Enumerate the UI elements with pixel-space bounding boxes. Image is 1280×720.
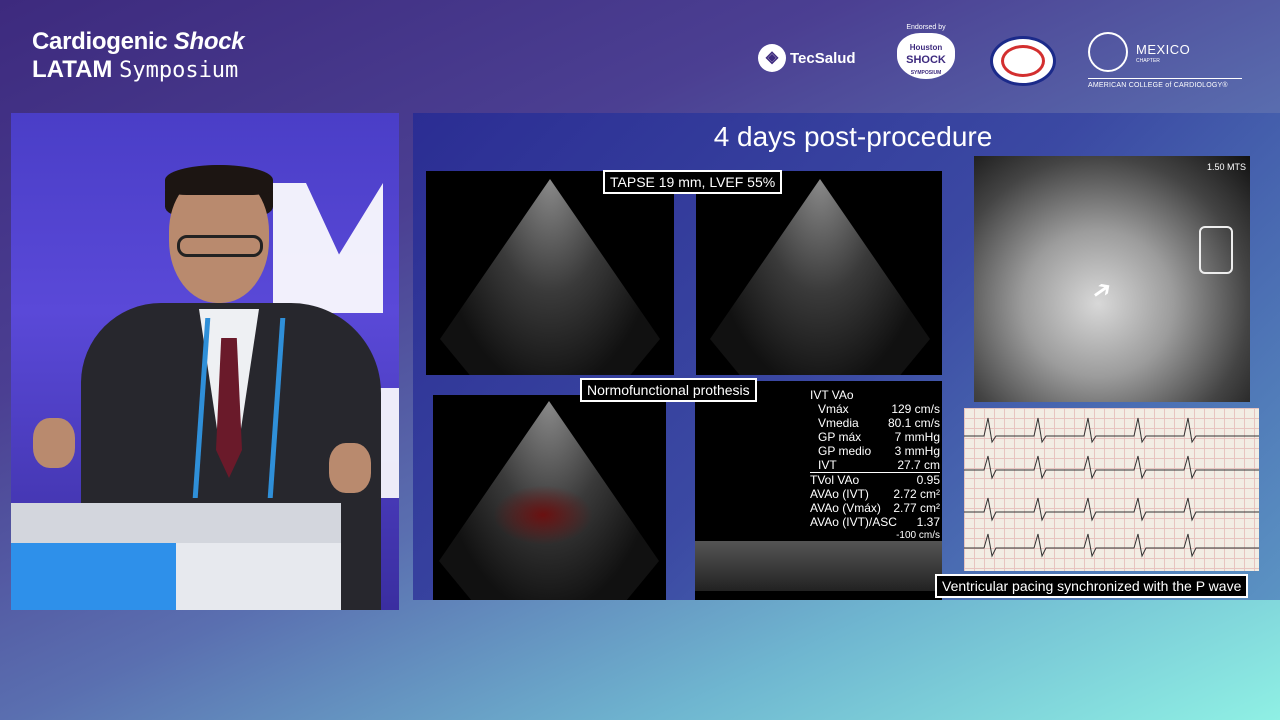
brand-line2-a: LATAM <box>32 56 113 83</box>
pacing-label: Ventricular pacing synchronized with the… <box>935 574 1249 598</box>
echo-image-2 <box>696 171 942 375</box>
echo-image-1 <box>426 171 674 375</box>
pacemaker-icon <box>1199 226 1233 274</box>
podium-screen <box>11 543 176 610</box>
brand-line2-b: Symposium <box>119 58 239 83</box>
speaker-glasses <box>177 235 263 257</box>
brand: Cardiogenic Shock LATAM Symposium <box>32 28 245 83</box>
houston-shock-logo: Endorsed by Houston SHOCK SYMPOSIUM <box>890 24 962 92</box>
speaker-lanyard <box>192 318 286 498</box>
speaker-video <box>11 113 399 610</box>
arrow-icon: ➔ <box>1086 273 1119 308</box>
eco-society-logo <box>990 36 1056 86</box>
backdrop-logo <box>273 183 383 313</box>
doppler-table: IVT VAo Vmáx 129 cm/s Vmedia 80.1 cm/s GP … <box>810 388 940 541</box>
acc-mexico-logo: MEXICO CHAPTER AMERICAN COLLEGE of CARDI… <box>1088 32 1248 92</box>
chest-xray: 1.50 MTS ➔ <box>974 156 1250 402</box>
speaker-left-hand <box>33 418 75 468</box>
tecsalud-icon: ◈ <box>758 44 786 72</box>
acc-seal-icon <box>1088 32 1128 72</box>
brand-line1-b: Shock <box>173 28 245 55</box>
prosthesis-label: Normofunctional prothesis <box>580 378 757 402</box>
echo-doppler-color <box>433 395 666 600</box>
doppler-table-header: IVT VAo <box>810 388 854 402</box>
presentation-slide: 4 days post-procedure TAPSE 19 mm, LVEF … <box>413 113 1280 600</box>
sponsor-logos: ◈ TecSalud Endorsed by Houston SHOCK SYM… <box>752 24 1252 96</box>
speaker-right-hand <box>329 443 371 493</box>
brand-line1-a: Cardiogenic <box>32 28 168 55</box>
tecsalud-logo: ◈ TecSalud <box>758 44 856 72</box>
slide-title: 4 days post-procedure <box>713 121 993 152</box>
ecg-strip <box>964 408 1259 571</box>
tapse-label: TAPSE 19 mm, LVEF 55% <box>603 170 783 194</box>
heart-icon: Houston SHOCK SYMPOSIUM <box>897 33 955 79</box>
